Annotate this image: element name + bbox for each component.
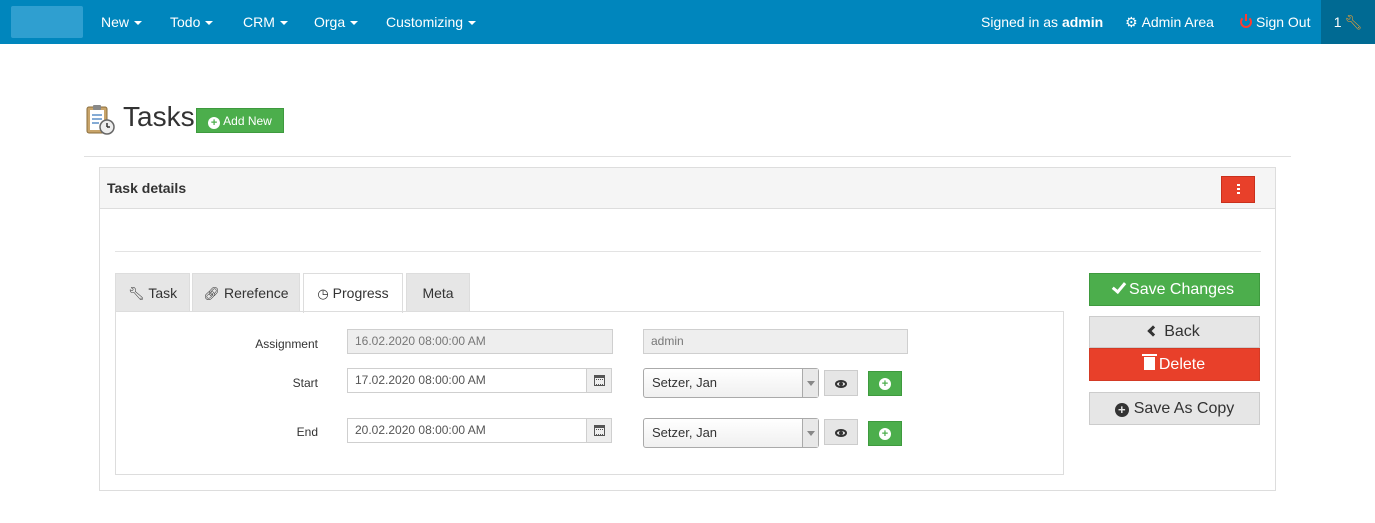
start-person-value: Setzer, Jan	[652, 375, 718, 390]
panel-title: Task details	[107, 180, 187, 196]
brand-logo[interactable]	[11, 6, 83, 38]
plus-circle-icon: +	[879, 378, 891, 390]
dropdown-arrow-icon	[802, 369, 818, 397]
top-navbar: New Todo CRM Orga Customizing Signed in …	[0, 0, 1375, 44]
start-view-button[interactable]	[824, 370, 858, 396]
link-icon: 🔗︎	[203, 286, 220, 301]
save-changes-label: Save Changes	[1129, 281, 1234, 298]
plus-circle-icon: +	[208, 117, 221, 129]
assignment-user-field: admin	[643, 329, 908, 354]
plus-circle-icon: +	[879, 428, 891, 440]
tab-task[interactable]: 🔧︎ Task	[115, 273, 190, 312]
add-new-label: Add New	[223, 114, 272, 128]
caret-down-icon	[468, 21, 477, 26]
sign-out-label: Sign Out	[1256, 14, 1311, 30]
wrench-icon: 🔧︎	[1344, 14, 1363, 30]
caret-down-icon	[134, 21, 143, 26]
back-button[interactable]: Back	[1089, 316, 1260, 348]
admin-area-link[interactable]: ⚙ Admin Area	[1125, 0, 1214, 44]
tab-reference[interactable]: 🔗︎ Rerefence	[192, 273, 300, 312]
end-view-button[interactable]	[824, 419, 858, 445]
menu-new[interactable]: New	[101, 0, 143, 44]
menu-customizing[interactable]: Customizing	[386, 0, 477, 44]
page-title: Tasks	[123, 101, 195, 132]
admin-area-label: Admin Area	[1141, 14, 1214, 30]
check-icon	[1111, 278, 1127, 295]
clipboard-clock-icon	[86, 105, 115, 135]
assignment-label: Assignment	[255, 337, 318, 351]
user-count: 1	[1333, 14, 1342, 30]
delete-label: Delete	[1158, 356, 1206, 373]
wrench-icon: 🔧︎	[127, 286, 145, 301]
sign-out-link[interactable]: Sign Out	[1240, 0, 1310, 44]
eye-icon	[835, 380, 847, 389]
trash-icon	[1141, 354, 1157, 370]
end-add-button[interactable]: +	[868, 421, 902, 446]
tab-progress[interactable]: ◷ Progress	[303, 273, 403, 313]
signed-in-user: admin	[1061, 14, 1104, 30]
menu-crm-label: CRM	[243, 14, 275, 30]
signed-in-prefix: Signed in as	[981, 14, 1059, 30]
tab-progress-label: Progress	[332, 285, 389, 301]
menu-orga-label: Orga	[314, 14, 346, 30]
plus-circle-icon: +	[1114, 403, 1129, 417]
start-label: Start	[292, 376, 318, 390]
menu-customizing-label: Customizing	[386, 14, 464, 30]
start-person-select[interactable]: Setzer, Jan	[643, 368, 819, 398]
menu-orga[interactable]: Orga	[314, 0, 359, 44]
dropdown-arrow-icon	[802, 419, 818, 447]
signed-in-text: Signed in as admin	[981, 0, 1103, 44]
back-label: Back	[1164, 323, 1200, 340]
end-calendar-button[interactable]	[586, 418, 612, 443]
caret-down-icon	[205, 21, 214, 26]
menu-crm[interactable]: CRM	[243, 0, 288, 44]
start-add-button[interactable]: +	[868, 371, 902, 396]
delete-button[interactable]: Delete	[1089, 348, 1260, 381]
end-date-input[interactable]: 20.02.2020 08:00:00 AM	[347, 418, 587, 443]
start-date-input[interactable]: 17.02.2020 08:00:00 AM	[347, 368, 587, 393]
menu-todo-label: Todo	[170, 14, 201, 30]
add-new-button[interactable]: + Add New	[196, 108, 284, 133]
menu-new-label: New	[101, 14, 130, 30]
panel-divider	[115, 251, 1261, 252]
save-as-copy-label: Save As Copy	[1133, 400, 1235, 417]
user-tools-button[interactable]: 1 🔧︎	[1321, 0, 1375, 44]
end-person-value: Setzer, Jan	[652, 425, 718, 440]
header-divider	[84, 156, 1291, 157]
caret-down-icon	[350, 21, 359, 26]
start-calendar-button[interactable]	[586, 368, 612, 393]
eye-icon	[835, 429, 847, 438]
calendar-icon	[594, 375, 605, 386]
chevron-left-icon	[1147, 325, 1159, 337]
menu-todo[interactable]: Todo	[170, 0, 214, 44]
end-person-select[interactable]: Setzer, Jan	[643, 418, 819, 448]
panel-menu-button[interactable]	[1221, 176, 1255, 203]
power-icon	[1240, 14, 1252, 28]
save-changes-button[interactable]: Save Changes	[1089, 273, 1260, 306]
assignment-date-field: 16.02.2020 08:00:00 AM	[347, 329, 613, 354]
tab-reference-label: Rerefence	[223, 285, 289, 301]
tab-meta[interactable]: Meta	[406, 273, 470, 312]
panel-heading: Task details	[100, 168, 1275, 209]
caret-down-icon	[279, 21, 288, 26]
calendar-icon	[594, 425, 605, 436]
tab-meta-label: Meta	[422, 285, 454, 301]
save-as-copy-button[interactable]: + Save As Copy	[1089, 392, 1260, 425]
clock-icon: ◷	[317, 286, 329, 301]
end-label: End	[296, 425, 318, 439]
gear-icon: ⚙	[1125, 14, 1138, 30]
tab-task-label: Task	[148, 285, 178, 301]
vertical-dots-icon	[1237, 184, 1240, 196]
